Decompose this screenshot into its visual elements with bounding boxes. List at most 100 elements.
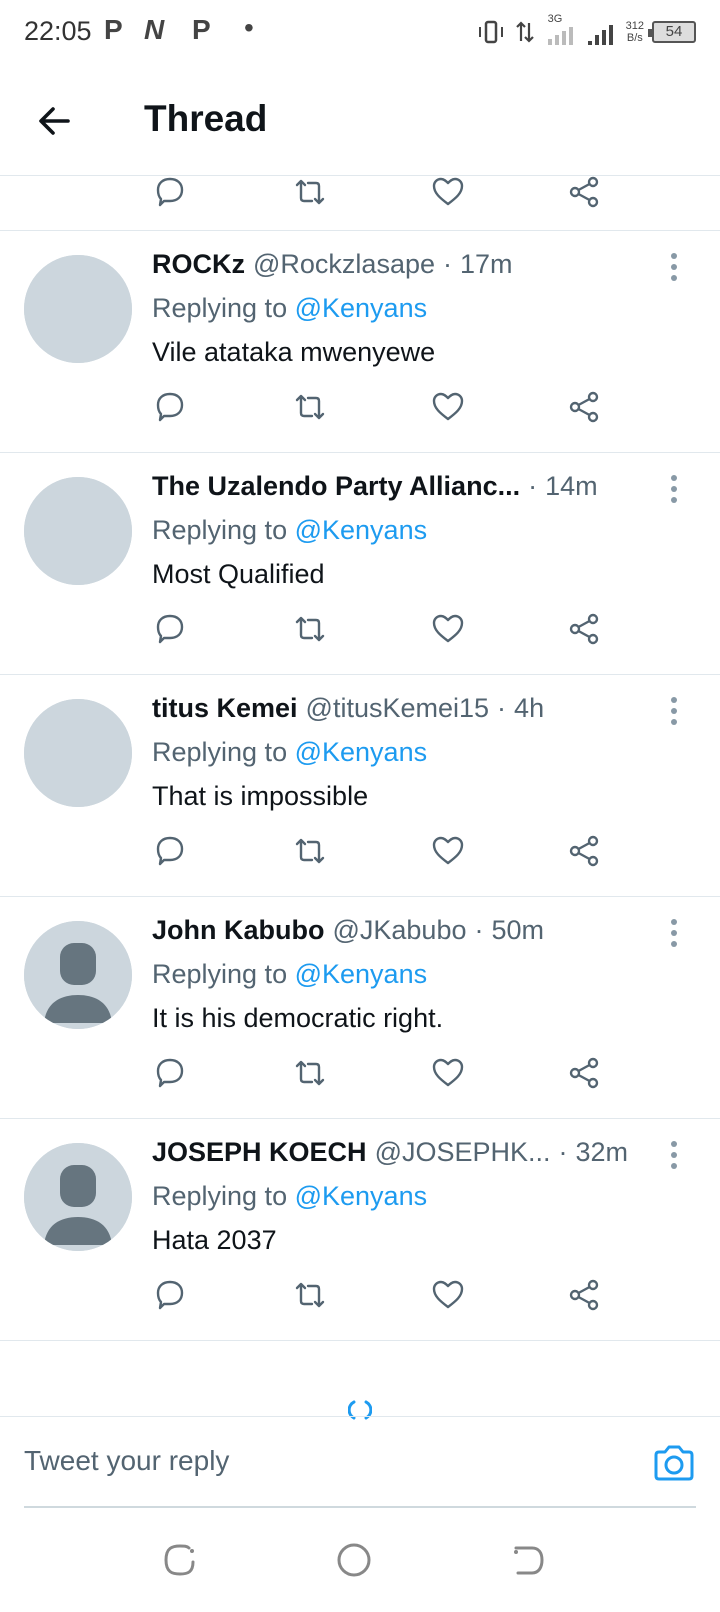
retweet-button[interactable]	[292, 389, 332, 429]
vibrate-icon	[478, 20, 503, 44]
replying-to-label: Replying to	[152, 959, 288, 989]
share-icon	[569, 613, 599, 645]
home-button[interactable]	[332, 1538, 376, 1582]
partial-tweet-actions	[0, 176, 720, 231]
network-speed-value: 312	[625, 20, 644, 32]
reply-button[interactable]	[152, 1055, 192, 1095]
mention-link[interactable]: @Kenyans	[295, 1181, 427, 1211]
author-name[interactable]: John Kabubo	[152, 915, 324, 951]
avatar[interactable]	[24, 477, 132, 585]
page-title: Thread	[144, 98, 268, 139]
author-name[interactable]: The Uzalendo Party Allianc...	[152, 471, 520, 507]
tweet-text: That is impossible	[152, 781, 369, 811]
mention-link[interactable]: @Kenyans	[295, 515, 427, 545]
share-button[interactable]	[566, 389, 606, 429]
avatar-placeholder	[24, 699, 132, 807]
reply-button[interactable]	[152, 611, 192, 651]
app-notification-icon-n: N	[144, 14, 165, 45]
avatar[interactable]	[24, 255, 132, 363]
tweet-header: JOSEPH KOECH @JOSEPHK... · 32m	[152, 1137, 650, 1173]
thread-feed[interactable]: ROCKz @Rockzlasape · 17m Replying to @Kenyan…	[0, 176, 720, 1416]
like-button[interactable]	[430, 1055, 470, 1095]
avatar[interactable]	[24, 699, 132, 807]
speech-bubble-icon	[156, 392, 184, 422]
like-button[interactable]	[430, 176, 470, 214]
retweet-button[interactable]	[292, 1055, 332, 1095]
retweet-button[interactable]	[292, 611, 332, 651]
mention-link[interactable]: @Kenyans	[295, 959, 427, 989]
retweet-button[interactable]	[292, 833, 332, 873]
retweet-button[interactable]	[292, 1277, 332, 1317]
vertical-dots-icon	[671, 697, 677, 703]
author-name[interactable]: titus Kemei	[152, 693, 298, 729]
reply-button[interactable]	[152, 176, 192, 214]
separator: ·	[474, 915, 484, 945]
share-icon	[569, 1057, 599, 1089]
back-button[interactable]	[32, 96, 82, 146]
heart-icon	[432, 177, 464, 206]
replying-to-line: Replying to @Kenyans	[152, 1181, 427, 1212]
tweet-text: Vile atataka mwenyewe	[152, 337, 436, 367]
share-icon	[569, 835, 599, 867]
share-button[interactable]	[566, 1277, 606, 1317]
signal-3g-icon: 3G	[544, 13, 578, 47]
replying-to-line: Replying to @Kenyans	[152, 515, 427, 546]
avatar[interactable]	[24, 1143, 132, 1251]
reply-button[interactable]	[152, 833, 192, 873]
like-button[interactable]	[430, 1277, 470, 1317]
tweet-item[interactable]: ROCKz @Rockzlasape · 17m Replying to @Kenyan…	[0, 231, 720, 453]
mention-link[interactable]: @Kenyans	[295, 293, 427, 323]
share-button[interactable]	[566, 611, 606, 651]
reply-input[interactable]	[24, 1433, 624, 1489]
recents-button[interactable]	[158, 1538, 202, 1582]
more-options-button[interactable]	[666, 697, 682, 733]
share-button[interactable]	[566, 176, 606, 214]
share-icon	[569, 1279, 599, 1311]
arrow-left-icon	[39, 107, 70, 135]
tweet-time: 4h	[514, 693, 545, 723]
tweet-item[interactable]: John Kabubo @JKabubo · 50m Replying to @Keny…	[0, 897, 720, 1119]
heart-icon	[432, 836, 464, 865]
signal-strength-icon	[587, 25, 613, 45]
author-name[interactable]: JOSEPH KOECH	[152, 1137, 367, 1173]
status-indicators: 3G 312 B/s 54	[476, 13, 696, 50]
separator: ·	[443, 249, 452, 279]
author-handle[interactable]: @titusKemei15	[306, 693, 490, 729]
retweet-icon	[295, 1060, 325, 1086]
reply-button[interactable]	[152, 389, 192, 429]
separator: ·	[558, 1137, 568, 1167]
system-navigation-bar	[0, 1508, 720, 1612]
like-button[interactable]	[430, 833, 470, 873]
tweet-item[interactable]: JOSEPH KOECH @JOSEPHK... · 32m Replying to @…	[0, 1119, 720, 1341]
avatar[interactable]	[24, 921, 132, 1029]
retweet-button[interactable]	[292, 176, 332, 214]
app-notification-icon-p: P	[104, 14, 123, 45]
data-transfer-icon	[515, 21, 534, 43]
vertical-dots-icon	[671, 253, 677, 259]
replying-to-label: Replying to	[152, 293, 288, 323]
like-button[interactable]	[430, 611, 470, 651]
author-handle[interactable]: @Rockzlasape	[253, 249, 435, 285]
camera-button[interactable]	[652, 1441, 696, 1485]
tweet-text: Most Qualified	[152, 559, 325, 589]
tweet-item[interactable]: The Uzalendo Party Allianc... · 14m Replyin…	[0, 453, 720, 675]
author-handle[interactable]: @JOSEPHK...	[375, 1137, 551, 1173]
share-button[interactable]	[566, 833, 606, 873]
retweet-icon	[295, 394, 325, 420]
speech-bubble-icon	[156, 1058, 184, 1088]
tweet-item[interactable]: titus Kemei @titusKemei15 · 4h Replying to @…	[0, 675, 720, 897]
mention-link[interactable]: @Kenyans	[295, 737, 427, 767]
speech-bubble-icon	[156, 836, 184, 866]
author-name[interactable]: ROCKz	[152, 249, 245, 285]
author-handle[interactable]: @JKabubo	[332, 915, 466, 951]
more-options-button[interactable]	[666, 1141, 682, 1177]
share-button[interactable]	[566, 1055, 606, 1095]
reply-button[interactable]	[152, 1277, 192, 1317]
more-options-button[interactable]	[666, 919, 682, 955]
more-options-button[interactable]	[666, 475, 682, 511]
more-options-button[interactable]	[666, 253, 682, 289]
retweet-icon	[295, 616, 325, 642]
vertical-dots-icon	[671, 919, 677, 925]
back-nav-button[interactable]	[506, 1538, 550, 1582]
like-button[interactable]	[430, 389, 470, 429]
